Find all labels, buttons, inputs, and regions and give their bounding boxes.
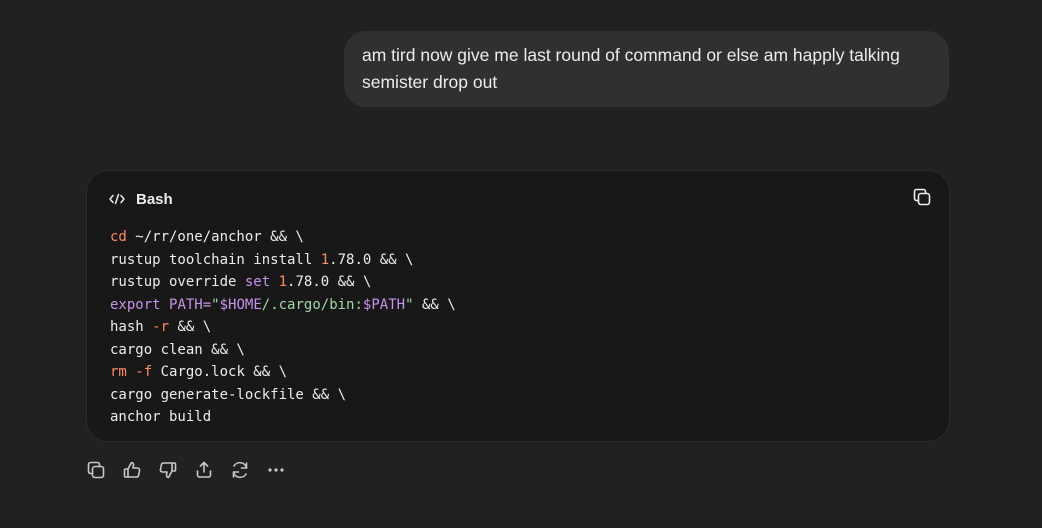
code-token: /.cargo/bin: — [261, 296, 363, 313]
copy-icon — [86, 460, 106, 480]
code-token: cd — [110, 229, 127, 245]
code-token: cargo generate-lockfile && \ — [110, 386, 347, 403]
code-header: Bash — [109, 189, 173, 209]
code-line: export PATH="$HOME/.cargo/bin:$PATH" && … — [110, 294, 456, 317]
ellipsis-icon — [266, 460, 286, 480]
share-icon — [194, 460, 214, 480]
code-token: rustup toolchain install — [110, 251, 321, 268]
code-token: ~/rr/one/anchor && \ — [126, 229, 304, 245]
code-line: rustup toolchain install 1.78.0 && \ — [110, 249, 456, 272]
code-token: hash — [110, 319, 153, 335]
code-line: cd ~/rr/one/anchor && \ — [110, 226, 456, 249]
code-token: .78.0 && \ — [329, 251, 414, 268]
code-line: cargo generate-lockfile && \ — [110, 384, 456, 407]
code-token: PATH= — [169, 296, 212, 313]
code-icon — [109, 193, 125, 205]
code-token: 1 — [320, 251, 330, 268]
message-actions — [86, 458, 286, 482]
thumbs-down-button[interactable] — [158, 458, 178, 482]
copy-icon — [912, 187, 932, 212]
code-token: $PATH — [362, 296, 406, 313]
code-token: " — [405, 296, 414, 313]
code-language-label: Bash — [136, 190, 173, 208]
code-token: $HOME — [219, 296, 262, 313]
code-token: && \ — [169, 319, 212, 335]
code-line: hash -r && \ — [110, 316, 456, 339]
refresh-icon — [230, 460, 250, 480]
code-token: export — [110, 296, 161, 313]
user-message-bubble: am tird now give me last round of comman… — [344, 31, 949, 107]
more-options-button[interactable] — [266, 458, 286, 482]
thumbs-up-icon — [122, 460, 142, 480]
code-token: Cargo.lock && \ — [152, 364, 288, 380]
code-content: cd ~/rr/one/anchor && \ rustup toolchain … — [110, 226, 456, 429]
thumbs-down-icon — [158, 460, 178, 480]
code-token: -r — [152, 319, 170, 335]
copy-code-button[interactable] — [911, 188, 933, 210]
code-line: anchor build — [110, 406, 456, 429]
regenerate-button[interactable] — [230, 458, 250, 482]
code-block: Bash cd ~/rr/one/anchor && \ rustup toolc… — [86, 170, 950, 442]
code-line: rm -f Cargo.lock && \ — [110, 361, 456, 384]
code-token: cargo clean && \ — [110, 341, 245, 358]
code-token: -f — [135, 364, 153, 380]
code-token: rustup override — [110, 274, 245, 290]
user-message-text: am tird now give me last round of comman… — [362, 45, 900, 92]
share-button[interactable] — [194, 458, 214, 482]
code-token: 1 — [278, 274, 288, 290]
code-token: && \ — [413, 296, 456, 313]
code-token: set — [244, 274, 271, 290]
code-line: cargo clean && \ — [110, 339, 456, 362]
code-token: " — [211, 296, 220, 313]
code-token: .78.0 && \ — [287, 274, 372, 290]
code-token: rm — [110, 364, 127, 380]
thumbs-up-button[interactable] — [122, 458, 142, 482]
copy-response-button[interactable] — [86, 458, 106, 482]
code-token: anchor build — [110, 409, 212, 425]
code-line: rustup override set 1.78.0 && \ — [110, 271, 456, 294]
